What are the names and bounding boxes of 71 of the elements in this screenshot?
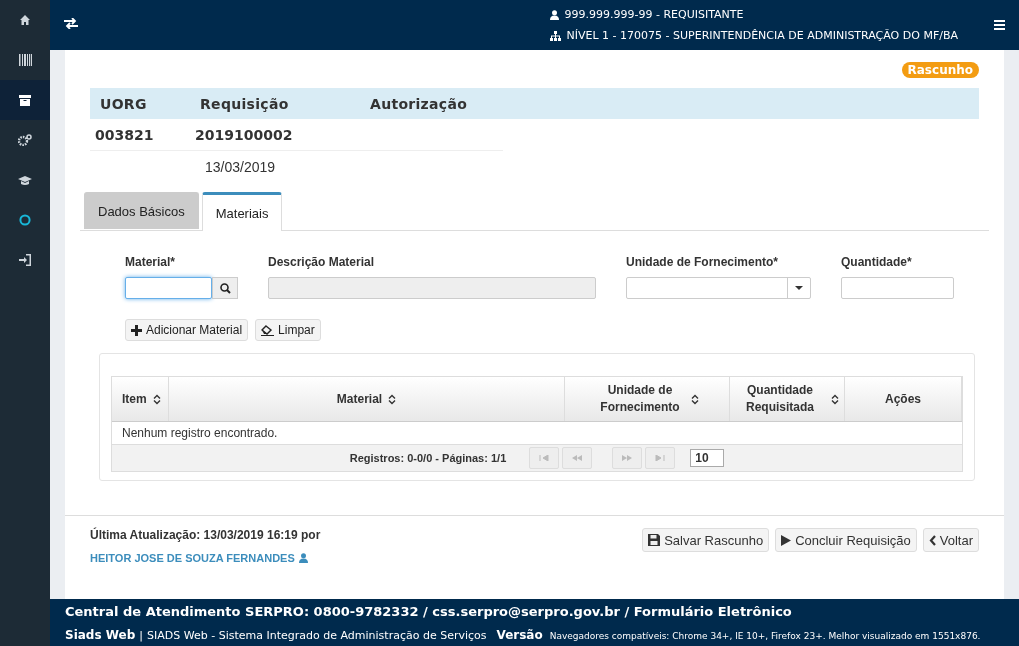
next-icon (622, 455, 633, 461)
tab[interactable]: Dados Básicos (84, 192, 199, 229)
plus-icon (131, 324, 142, 336)
unit-text: NÍVEL 1 - 170075 - SUPERINTENDÊNCIA DE ADMINISTRAÇÃO DO MF/BA (566, 29, 958, 42)
system-name: SIADS Web - Sistema Integrado de Administração de Serviços (147, 628, 487, 642)
prev-icon (572, 455, 583, 461)
status-badge: Rascunho (901, 62, 979, 78)
column-header[interactable]: Material (169, 377, 565, 421)
date-text: 13/03/2019 (205, 158, 276, 175)
chevron-left-icon (928, 534, 936, 546)
sidebar-item[interactable] (0, 80, 50, 120)
column-label: Quantidade Requisitada (745, 382, 815, 416)
column-header[interactable]: Item (112, 377, 169, 421)
search-icon (219, 282, 231, 294)
separator-text: | (139, 628, 144, 642)
sitemap-icon (549, 30, 561, 41)
play-icon (781, 534, 792, 546)
column-header[interactable]: Quantidade Requisitada (730, 377, 845, 421)
barcode-icon (18, 54, 32, 66)
sort-icon (831, 393, 839, 405)
circle-icon (19, 214, 31, 226)
summary-value: 2019100002 (194, 126, 294, 143)
caret-icon (795, 286, 803, 290)
page-size-select[interactable]: 10 (690, 449, 725, 467)
sort-icon (691, 393, 699, 405)
column-header: Autorização (369, 95, 469, 112)
column-label: Material (336, 390, 383, 408)
eraser-icon (261, 324, 275, 336)
menu-icon[interactable] (994, 20, 1005, 30)
column-header: UORG (99, 95, 148, 112)
column-header: Requisição (199, 95, 290, 112)
field-label: Quantidade* (841, 255, 913, 269)
last-update-text: Última Atualização: 13/03/2019 16:19 por (90, 528, 321, 542)
empty-message: Nenhum registro encontrado. (122, 426, 278, 440)
graduation-cap-icon (18, 174, 32, 186)
pagination-summary: Registros: 0-0/0 - Páginas: 1/1 (349, 452, 507, 464)
field-label: Descrição Material (268, 255, 376, 269)
browser-info: Navegadores compatíveis: Chrome 34+, IE 10+, Firefox 23+. Melhor visualizado em 1551x876. (549, 630, 981, 641)
box-icon (19, 94, 31, 106)
field-label: Unidade de Fornecimento* (626, 255, 780, 269)
user-link[interactable]: HEITOR JOSE DE SOUZA FERNANDES (90, 552, 295, 564)
user-text: 999.999.999-99 - REQUISITANTE (564, 8, 744, 21)
text-input[interactable] (841, 277, 954, 299)
gears-icon (18, 134, 32, 146)
contact-text: Central de Atendimento SERPRO: 0800-9782332 / css.serpro@serpro.gov.br / Formulário Eletrônico (65, 603, 793, 619)
sort-icon (152, 393, 161, 405)
swap-icon[interactable] (64, 18, 78, 29)
field-label: Material* (125, 255, 177, 269)
column-label: Ações (885, 390, 921, 408)
summary-value: 003821 (94, 126, 155, 143)
app-name: Siads Web (65, 627, 136, 642)
action-button[interactable]: Concluir Requisição (775, 528, 917, 552)
column-header[interactable]: Unidade de Fornecimento (565, 377, 730, 421)
column-label: Unidade de Fornecimento (599, 382, 681, 416)
search-button[interactable] (212, 277, 238, 299)
first-icon (539, 455, 550, 461)
tab[interactable]: Materiais (201, 192, 283, 231)
version-label: Versão (496, 627, 543, 642)
last-icon (655, 455, 666, 461)
sort-icon (388, 393, 397, 405)
action-button[interactable]: Voltar (922, 528, 979, 552)
user-icon (549, 9, 559, 20)
form-button[interactable]: Adicionar Material (125, 319, 249, 341)
column-header[interactable]: Ações (845, 377, 962, 421)
action-button[interactable]: Salvar Rascunho (642, 528, 770, 552)
material-input[interactable] (125, 277, 212, 299)
form-button[interactable]: Limpar (255, 319, 321, 341)
sign-in-icon (18, 254, 32, 266)
column-label: Item (122, 390, 147, 408)
home-icon (19, 14, 31, 26)
user-icon (298, 553, 308, 563)
